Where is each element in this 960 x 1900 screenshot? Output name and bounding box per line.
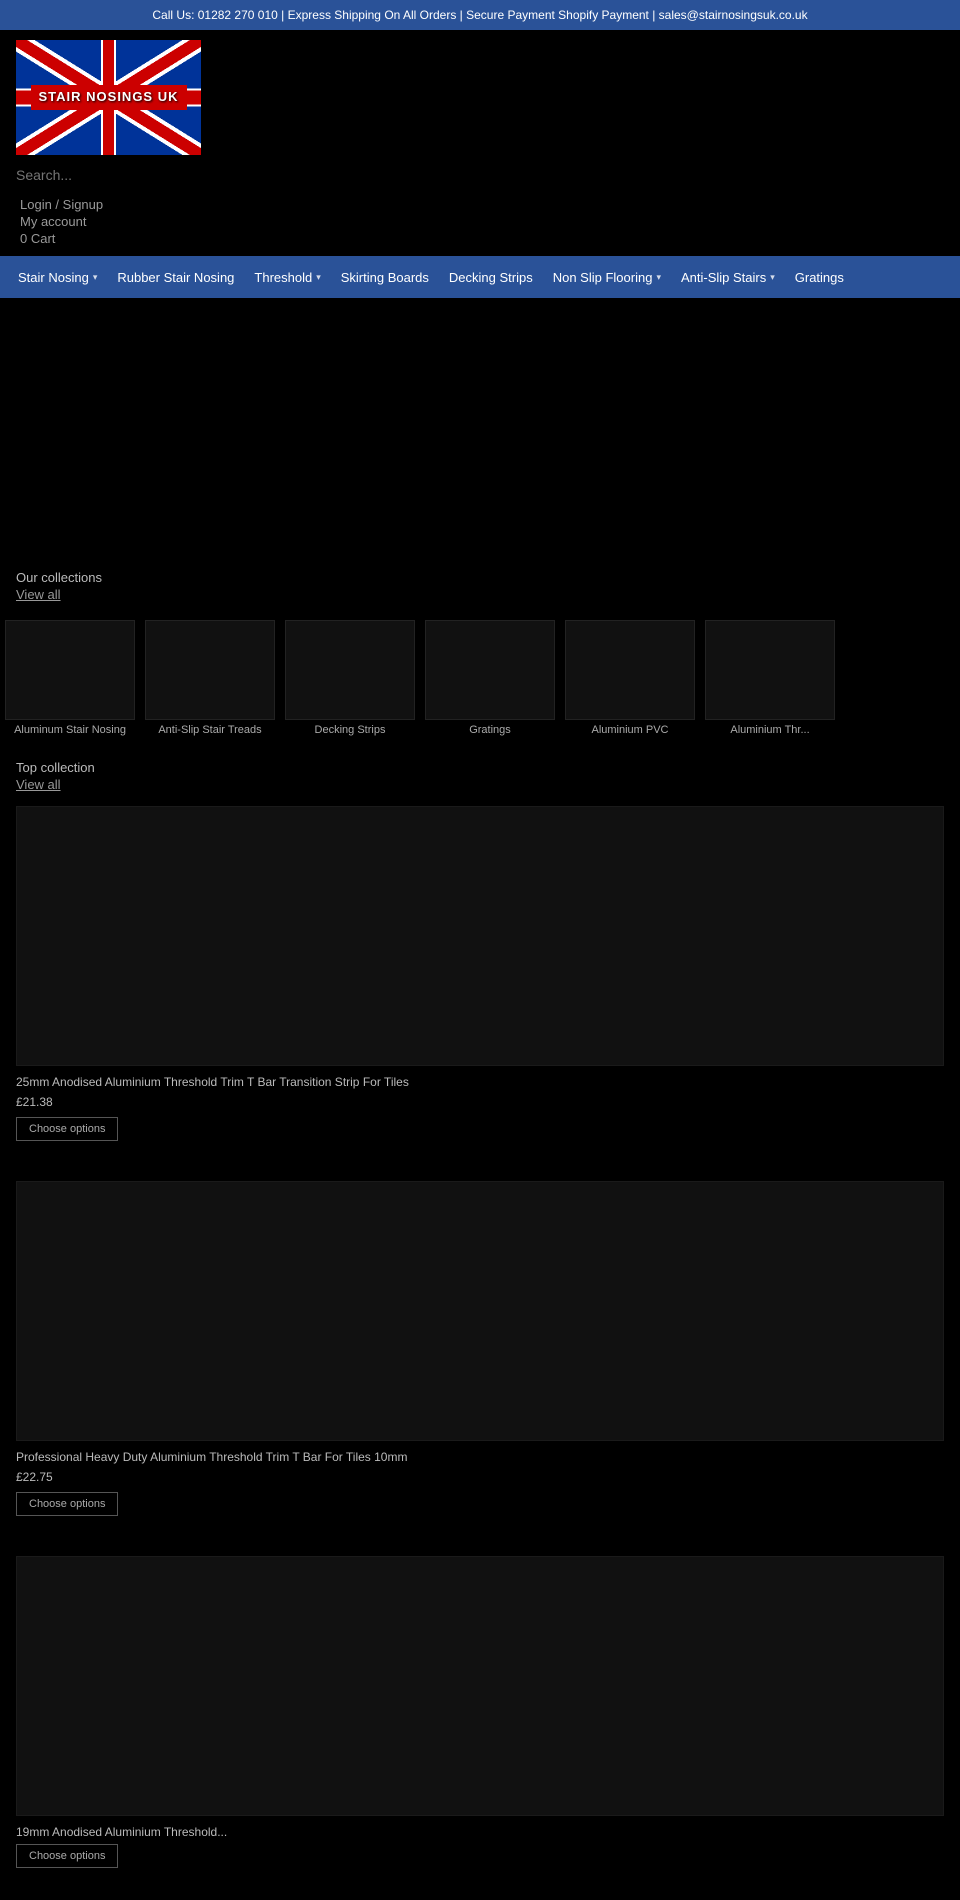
logo-area: STAIR NOSINGS UK bbox=[16, 40, 944, 155]
nav-item-stair-nosing[interactable]: Stair Nosing▾ bbox=[8, 256, 107, 298]
search-bar[interactable] bbox=[16, 161, 944, 191]
logo-text: STAIR NOSINGS UK bbox=[39, 89, 179, 106]
collections-grid: Aluminum Stair Nosing Anti-Slip Stair Tre… bbox=[0, 608, 960, 748]
collection-label: Decking Strips bbox=[311, 724, 390, 736]
nav-item-threshold[interactable]: Threshold▾ bbox=[244, 256, 330, 298]
product-card: Professional Heavy Duty Aluminium Thresh… bbox=[0, 1173, 960, 1532]
collection-label: Anti-Slip Stair Treads bbox=[154, 724, 265, 736]
product-card: 19mm Anodised Aluminium Threshold... Choo… bbox=[0, 1548, 960, 1885]
nav-item-anti-slip-stairs[interactable]: Anti-Slip Stairs▾ bbox=[671, 256, 785, 298]
nav-item-non-slip-flooring[interactable]: Non Slip Flooring▾ bbox=[543, 256, 671, 298]
choose-options-button[interactable]: Choose options bbox=[16, 1844, 118, 1868]
collection-thumbnail bbox=[285, 620, 415, 720]
our-collections-header: Our collections View all bbox=[0, 558, 960, 608]
top-collection-view-all[interactable]: View all bbox=[16, 775, 944, 794]
collection-label: Aluminium Thr... bbox=[726, 724, 813, 736]
announcement-text: Call Us: 01282 270 010 | Express Shippin… bbox=[152, 8, 807, 22]
our-collections-title: Our collections bbox=[16, 570, 944, 585]
collection-item[interactable]: Decking Strips bbox=[280, 616, 420, 740]
nav-item-rubber-stair-nosing[interactable]: Rubber Stair Nosing bbox=[107, 256, 244, 298]
product-card: 25mm Anodised Aluminium Threshold Trim T… bbox=[0, 798, 960, 1157]
cart-info[interactable]: 0 Cart bbox=[20, 231, 944, 246]
hero-banner bbox=[0, 298, 960, 558]
search-input[interactable] bbox=[16, 167, 216, 183]
chevron-down-icon: ▾ bbox=[656, 272, 661, 283]
product-price: £22.75 bbox=[16, 1470, 944, 1484]
collection-item[interactable]: Aluminium Thr... bbox=[700, 616, 840, 740]
collection-thumbnail bbox=[705, 620, 835, 720]
product-title: Professional Heavy Duty Aluminium Thresh… bbox=[16, 1449, 944, 1466]
account-area: Login / Signup My account 0 Cart bbox=[16, 197, 944, 246]
collection-item[interactable]: Aluminum Stair Nosing bbox=[0, 616, 140, 740]
login-signup-link[interactable]: Login / Signup bbox=[20, 197, 944, 212]
collection-thumbnail bbox=[425, 620, 555, 720]
announcement-bar: Call Us: 01282 270 010 | Express Shippin… bbox=[0, 0, 960, 30]
logo-flag-bg: STAIR NOSINGS UK bbox=[16, 40, 201, 155]
product-thumbnail bbox=[16, 806, 944, 1066]
product-thumbnail bbox=[16, 1181, 944, 1441]
chevron-down-icon: ▾ bbox=[93, 272, 98, 283]
collection-label: Gratings bbox=[465, 724, 515, 736]
collection-item[interactable]: Anti-Slip Stair Treads bbox=[140, 616, 280, 740]
collection-item[interactable]: Aluminium PVC bbox=[560, 616, 700, 740]
product-title: 19mm Anodised Aluminium Threshold... bbox=[16, 1824, 944, 1841]
choose-options-button[interactable]: Choose options bbox=[16, 1492, 118, 1516]
chevron-down-icon: ▾ bbox=[770, 272, 775, 283]
collection-thumbnail bbox=[565, 620, 695, 720]
nav-bar: Stair Nosing▾Rubber Stair NosingThreshol… bbox=[0, 256, 960, 298]
top-collection-header: Top collection View all bbox=[0, 748, 960, 798]
site-header: STAIR NOSINGS UK Login / Signup My accou… bbox=[0, 30, 960, 256]
product-title: 25mm Anodised Aluminium Threshold Trim T… bbox=[16, 1074, 944, 1091]
collection-item[interactable]: Gratings bbox=[420, 616, 560, 740]
my-account-link[interactable]: My account bbox=[20, 214, 944, 229]
product-price: £21.38 bbox=[16, 1095, 944, 1109]
our-collections-view-all[interactable]: View all bbox=[16, 585, 944, 604]
choose-options-button[interactable]: Choose options bbox=[16, 1117, 118, 1141]
logo[interactable]: STAIR NOSINGS UK bbox=[16, 40, 201, 155]
nav-item-skirting-boards[interactable]: Skirting Boards bbox=[331, 256, 439, 298]
top-collection-title: Top collection bbox=[16, 760, 944, 775]
logo-text-box: STAIR NOSINGS UK bbox=[31, 85, 187, 110]
product-thumbnail bbox=[16, 1556, 944, 1816]
collection-thumbnail bbox=[145, 620, 275, 720]
products-section: 25mm Anodised Aluminium Threshold Trim T… bbox=[0, 798, 960, 1900]
collection-thumbnail bbox=[5, 620, 135, 720]
collection-label: Aluminum Stair Nosing bbox=[10, 724, 130, 736]
nav-item-decking-strips[interactable]: Decking Strips bbox=[439, 256, 543, 298]
nav-item-gratings[interactable]: Gratings bbox=[785, 256, 854, 298]
collection-label: Aluminium PVC bbox=[587, 724, 672, 736]
chevron-down-icon: ▾ bbox=[316, 272, 321, 283]
